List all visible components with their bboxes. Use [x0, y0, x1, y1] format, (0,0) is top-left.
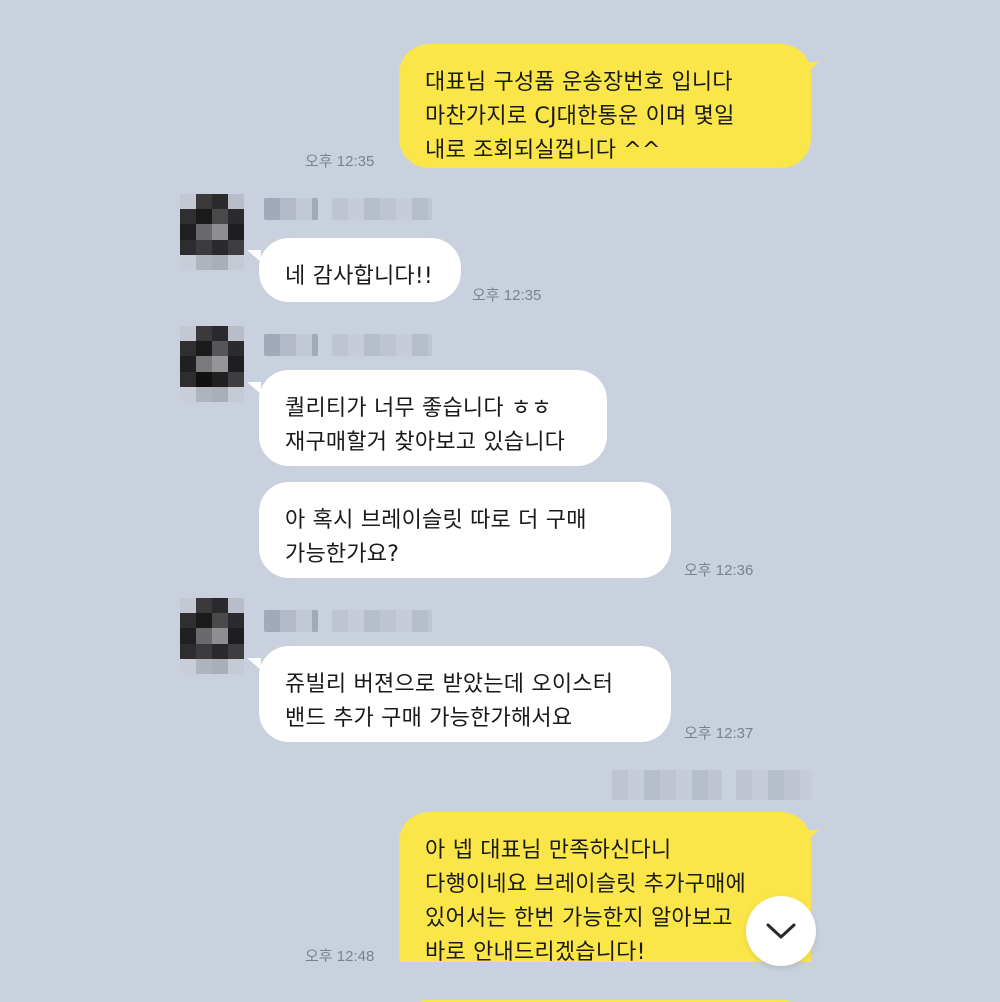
- bubble-tail: [247, 382, 261, 394]
- message-text: 내로 조회되실껍니다 ^^: [425, 138, 661, 163]
- message-text: 밴드 추가 구매 가능한가해서요: [285, 706, 573, 731]
- sender-name-blurred: [264, 610, 318, 632]
- blurred-text: [612, 770, 722, 800]
- bubble-tail: [805, 62, 819, 74]
- message-bubble-outgoing[interactable]: 대표님 구성품 운송장번호 입니다 마찬가지로 CJ대한통운 이며 몇일 내로 …: [399, 44, 811, 168]
- sender-status-blurred: [332, 334, 432, 356]
- message-text: 아 혹시 브레이슬릿 따로 더 구매: [285, 508, 587, 533]
- avatar[interactable]: [180, 194, 244, 270]
- message-timestamp: 오후 12:35: [472, 287, 542, 304]
- message-text: 아 넵 대표님 만족하신다니: [425, 838, 672, 863]
- message-text: 마찬가지로 CJ대한통운 이며 몇일: [425, 104, 735, 129]
- sender-status-blurred: [332, 610, 432, 632]
- message-text: 쥬빌리 버젼으로 받았는데 오이스터: [285, 672, 614, 697]
- message-text: 있어서는 한번 가능한지 알아보고: [425, 906, 733, 931]
- message-timestamp: 오후 12:36: [684, 562, 754, 579]
- message-text: 퀄리티가 너무 좋습니다 ㅎㅎ: [285, 396, 552, 421]
- message-text: 다행이네요 브레이슬릿 추가구매에: [425, 872, 746, 897]
- message-timestamp: 오후 12:37: [684, 725, 754, 742]
- message-bubble-incoming[interactable]: 네 감사합니다!!: [259, 238, 461, 302]
- bubble-tail: [805, 830, 819, 842]
- message-bubble-incoming[interactable]: 쥬빌리 버젼으로 받았는데 오이스터 밴드 추가 구매 가능한가해서요: [259, 646, 671, 742]
- chevron-down-icon: [764, 921, 798, 941]
- blurred-text: [736, 770, 812, 800]
- message-bubble-incoming[interactable]: 퀄리티가 너무 좋습니다 ㅎㅎ 재구매할거 찾아보고 있습니다: [259, 370, 607, 466]
- sender-name-blurred: [264, 334, 318, 356]
- bubble-tail: [247, 658, 261, 670]
- scroll-to-bottom-button[interactable]: [746, 896, 816, 966]
- avatar[interactable]: [180, 598, 244, 674]
- sender-status-blurred: [332, 198, 432, 220]
- avatar[interactable]: [180, 326, 244, 402]
- message-text: 재구매할거 찾아보고 있습니다: [285, 430, 566, 455]
- bubble-tail: [247, 250, 261, 262]
- message-text: 대표님 구성품 운송장번호 입니다: [425, 70, 733, 95]
- sender-name-blurred: [264, 198, 318, 220]
- message-text: 가능한가요?: [285, 542, 400, 567]
- message-text: 네 감사합니다!!: [285, 264, 433, 289]
- message-timestamp: 오후 12:35: [305, 153, 375, 170]
- message-bubble-incoming[interactable]: 아 혹시 브레이슬릿 따로 더 구매 가능한가요?: [259, 482, 671, 578]
- chat-bottom-edge: [0, 962, 1000, 1000]
